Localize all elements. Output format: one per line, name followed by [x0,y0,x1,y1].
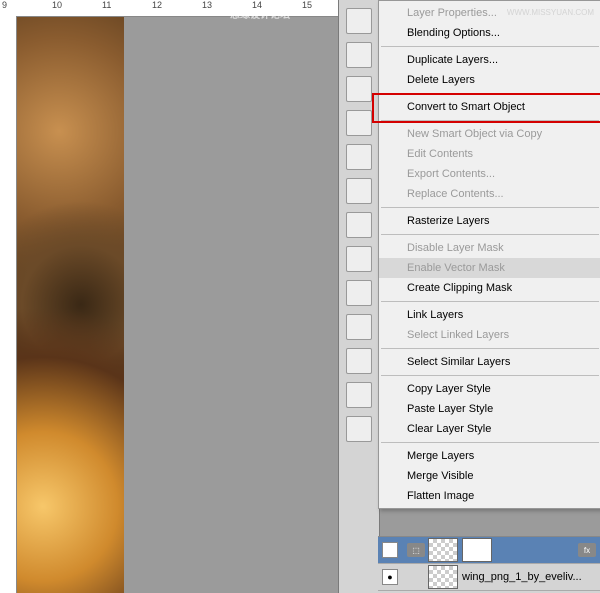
watermark-text: 思缘设计论坛 [230,6,290,21]
link-icon[interactable]: ⬚ [407,543,425,557]
menu-item[interactable]: Merge Layers [379,446,600,466]
menu-item[interactable]: Merge Visible [379,466,600,486]
menu-item: Replace Contents... [379,184,600,204]
layer-thumbnail[interactable] [428,565,458,589]
collapsed-panel-dock[interactable] [338,0,380,593]
panel-icon[interactable] [346,314,372,340]
menu-item: Disable Layer Mask [379,238,600,258]
menu-item: Export Contents... [379,164,600,184]
panel-icon[interactable] [346,144,372,170]
menu-item[interactable]: Flatten Image [379,486,600,506]
menu-item[interactable]: Clear Layer Style [379,419,600,439]
menu-item[interactable]: Rasterize Layers [379,211,600,231]
document-canvas[interactable] [16,16,338,593]
layer-row[interactable]: ● ⬚ fx [378,537,600,564]
layer-thumbnail[interactable] [428,538,458,562]
layers-panel[interactable]: ● ⬚ fx ● wing_png_1_by_eveliv... [378,536,600,593]
visibility-icon[interactable]: ● [382,569,398,585]
menu-item: New Smart Object via Copy [379,124,600,144]
fx-badge[interactable]: fx [578,543,596,557]
watermark-url: WWW.MISSYUAN.COM [507,8,594,17]
panel-icon[interactable] [346,416,372,442]
panel-icon[interactable] [346,212,372,238]
panel-icon[interactable] [346,382,372,408]
canvas-image [16,16,124,593]
visibility-icon[interactable]: ● [382,542,398,558]
menu-item[interactable]: Copy Layer Style [379,379,600,399]
vertical-ruler [0,16,17,593]
layer-row[interactable]: ● wing_png_1_by_eveliv... [378,564,600,591]
panel-icon[interactable] [346,348,372,374]
menu-item[interactable]: Convert to Smart Object [379,97,600,117]
layer-mask-thumbnail[interactable] [462,538,492,562]
menu-item: Edit Contents [379,144,600,164]
menu-item[interactable]: Link Layers [379,305,600,325]
panel-icon[interactable] [346,280,372,306]
menu-item: Select Linked Layers [379,325,600,345]
menu-item: Enable Vector Mask [379,258,600,278]
layer-context-menu: Layer Properties...Blending Options...Du… [378,0,600,509]
layer-name[interactable]: wing_png_1_by_eveliv... [462,571,582,583]
panel-icon[interactable] [346,76,372,102]
menu-item[interactable]: Duplicate Layers... [379,50,600,70]
panel-icon[interactable] [346,178,372,204]
menu-item[interactable]: Blending Options... [379,23,600,43]
menu-item[interactable]: Delete Layers [379,70,600,90]
panel-icon[interactable] [346,8,372,34]
panel-icon[interactable] [346,246,372,272]
menu-item[interactable]: Select Similar Layers [379,352,600,372]
panel-icon[interactable] [346,110,372,136]
panel-icon[interactable] [346,42,372,68]
menu-item[interactable]: Paste Layer Style [379,399,600,419]
menu-item[interactable]: Create Clipping Mask [379,278,600,298]
